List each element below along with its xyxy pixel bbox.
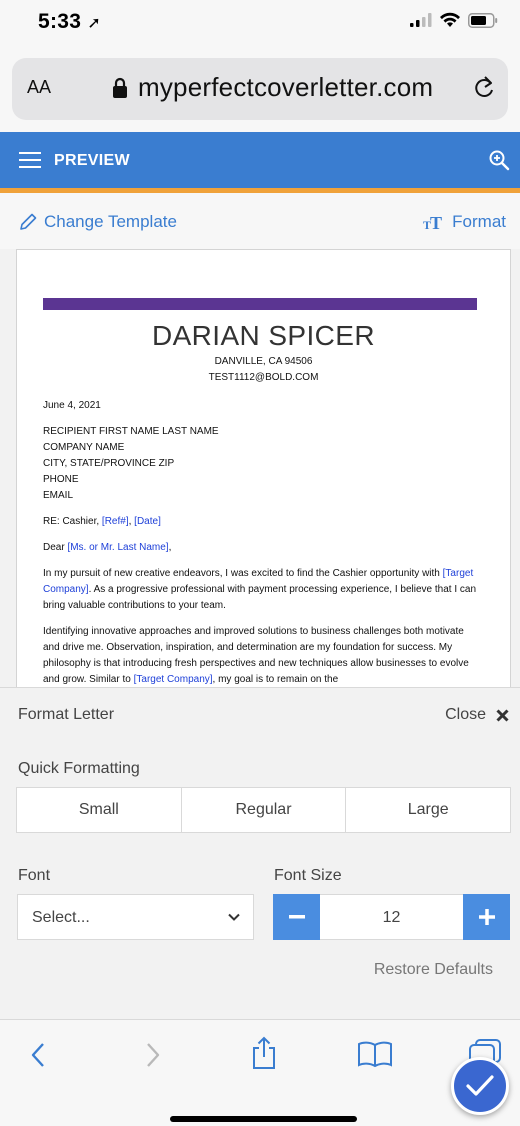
quick-format-large-button[interactable]: Large bbox=[346, 788, 510, 832]
browser-address-area: AA myperfectcoverletter.com bbox=[0, 44, 520, 132]
page-title: PREVIEW bbox=[54, 152, 130, 169]
letter-paragraph: Identifying innovative approaches and im… bbox=[43, 626, 469, 685]
minus-icon bbox=[288, 915, 305, 919]
quick-format-small-button[interactable]: Small bbox=[17, 788, 182, 832]
quick-formatting-options: Small Regular Large bbox=[16, 787, 511, 833]
format-label: Format bbox=[452, 212, 506, 231]
decrease-font-size-button[interactable] bbox=[273, 894, 320, 940]
battery-icon bbox=[468, 12, 498, 28]
svg-text:T: T bbox=[430, 213, 442, 231]
wifi-icon bbox=[440, 12, 460, 27]
recipient-line: COMPANY NAME bbox=[43, 442, 125, 453]
browser-bottom-toolbar bbox=[0, 1019, 520, 1126]
status-bar: 5:33 ➚ bbox=[0, 0, 520, 44]
letter-subject: RE: Cashier, [Ref#], [Date] bbox=[43, 516, 161, 527]
placeholder-ref: [Ref#] bbox=[101, 516, 129, 527]
location-arrow-icon: ➚ bbox=[87, 15, 102, 32]
status-indicators bbox=[410, 12, 498, 28]
cellular-signal-icon bbox=[410, 13, 432, 27]
plus-icon bbox=[478, 909, 495, 925]
letter-email: TEST1112@BOLD.COM bbox=[208, 372, 319, 383]
close-button[interactable]: Close bbox=[445, 706, 509, 724]
zoom-in-icon[interactable] bbox=[488, 149, 510, 171]
address-bar[interactable]: AA myperfectcoverletter.com bbox=[12, 58, 508, 120]
font-size-label: Font Size bbox=[274, 867, 342, 884]
letter-address: DANVILLE, CA 94506 bbox=[214, 356, 313, 367]
letter-applicant-name: DARIAN SPICER bbox=[151, 320, 376, 351]
checkmark-icon bbox=[466, 1075, 494, 1096]
lock-icon bbox=[113, 77, 127, 98]
pencil-icon bbox=[20, 213, 37, 230]
menu-icon[interactable] bbox=[19, 152, 41, 168]
forward-icon[interactable] bbox=[143, 1040, 163, 1070]
back-icon[interactable] bbox=[28, 1040, 48, 1070]
font-size-value[interactable]: 12 bbox=[321, 909, 462, 927]
restore-defaults-link[interactable]: Restore Defaults bbox=[374, 961, 493, 979]
font-select[interactable]: Select... bbox=[17, 894, 254, 940]
app-header: PREVIEW bbox=[0, 132, 520, 188]
letter-paragraph: In my pursuit of new creative endeavors,… bbox=[43, 568, 477, 611]
close-label: Close bbox=[445, 706, 486, 723]
letter-header-bar bbox=[43, 298, 477, 310]
url-text[interactable]: myperfectcoverletter.com bbox=[138, 72, 433, 103]
text-size-icon: T T bbox=[423, 213, 442, 231]
quick-format-regular-button[interactable]: Regular bbox=[182, 788, 347, 832]
placeholder-date: [Date] bbox=[134, 516, 161, 527]
home-indicator bbox=[170, 1116, 357, 1122]
recipient-line: PHONE bbox=[43, 474, 79, 485]
recipient-line: RECIPIENT FIRST NAME LAST NAME bbox=[43, 426, 219, 437]
panel-title: Format Letter bbox=[18, 706, 115, 723]
status-time: 5:33 ➚ bbox=[38, 10, 102, 33]
done-checkmark-button[interactable] bbox=[451, 1057, 509, 1115]
letter-preview: DARIAN SPICER DANVILLE, CA 94506 TEST111… bbox=[16, 249, 511, 689]
letter-recipient-block: RECIPIENT FIRST NAME LAST NAME COMPANY N… bbox=[43, 424, 483, 504]
format-letter-panel: Format Letter Close Quick Formatting Sma… bbox=[0, 687, 520, 1019]
bookmarks-icon[interactable] bbox=[357, 1040, 393, 1068]
placeholder-target-company: [Target Company] bbox=[133, 674, 213, 685]
recipient-line: EMAIL bbox=[43, 490, 74, 501]
change-template-label: Change Template bbox=[44, 212, 177, 231]
close-icon bbox=[496, 708, 509, 722]
change-template-link[interactable]: Change Template bbox=[18, 212, 177, 232]
reload-icon[interactable] bbox=[472, 74, 496, 102]
placeholder-recipient-name: [Ms. or Mr. Last Name] bbox=[67, 542, 169, 553]
chevron-down-icon bbox=[228, 913, 240, 921]
letter-date: June 4, 2021 bbox=[43, 400, 101, 411]
reader-text-size-button[interactable]: AA bbox=[27, 77, 51, 98]
format-link[interactable]: T T Format bbox=[423, 212, 506, 232]
share-icon[interactable] bbox=[250, 1036, 278, 1070]
font-size-stepper: 12 bbox=[273, 894, 510, 940]
font-select-value: Select... bbox=[32, 909, 90, 926]
increase-font-size-button[interactable] bbox=[463, 894, 510, 940]
font-label: Font bbox=[18, 867, 51, 884]
letter-body: June 4, 2021 RECIPIENT FIRST NAME LAST N… bbox=[43, 398, 483, 688]
recipient-line: CITY, STATE/PROVINCE ZIP bbox=[43, 458, 175, 469]
editor-toolbar: Change Template T T Format bbox=[0, 193, 520, 249]
quick-formatting-label: Quick Formatting bbox=[18, 760, 140, 777]
letter-salutation: Dear [Ms. or Mr. Last Name], bbox=[43, 542, 172, 553]
